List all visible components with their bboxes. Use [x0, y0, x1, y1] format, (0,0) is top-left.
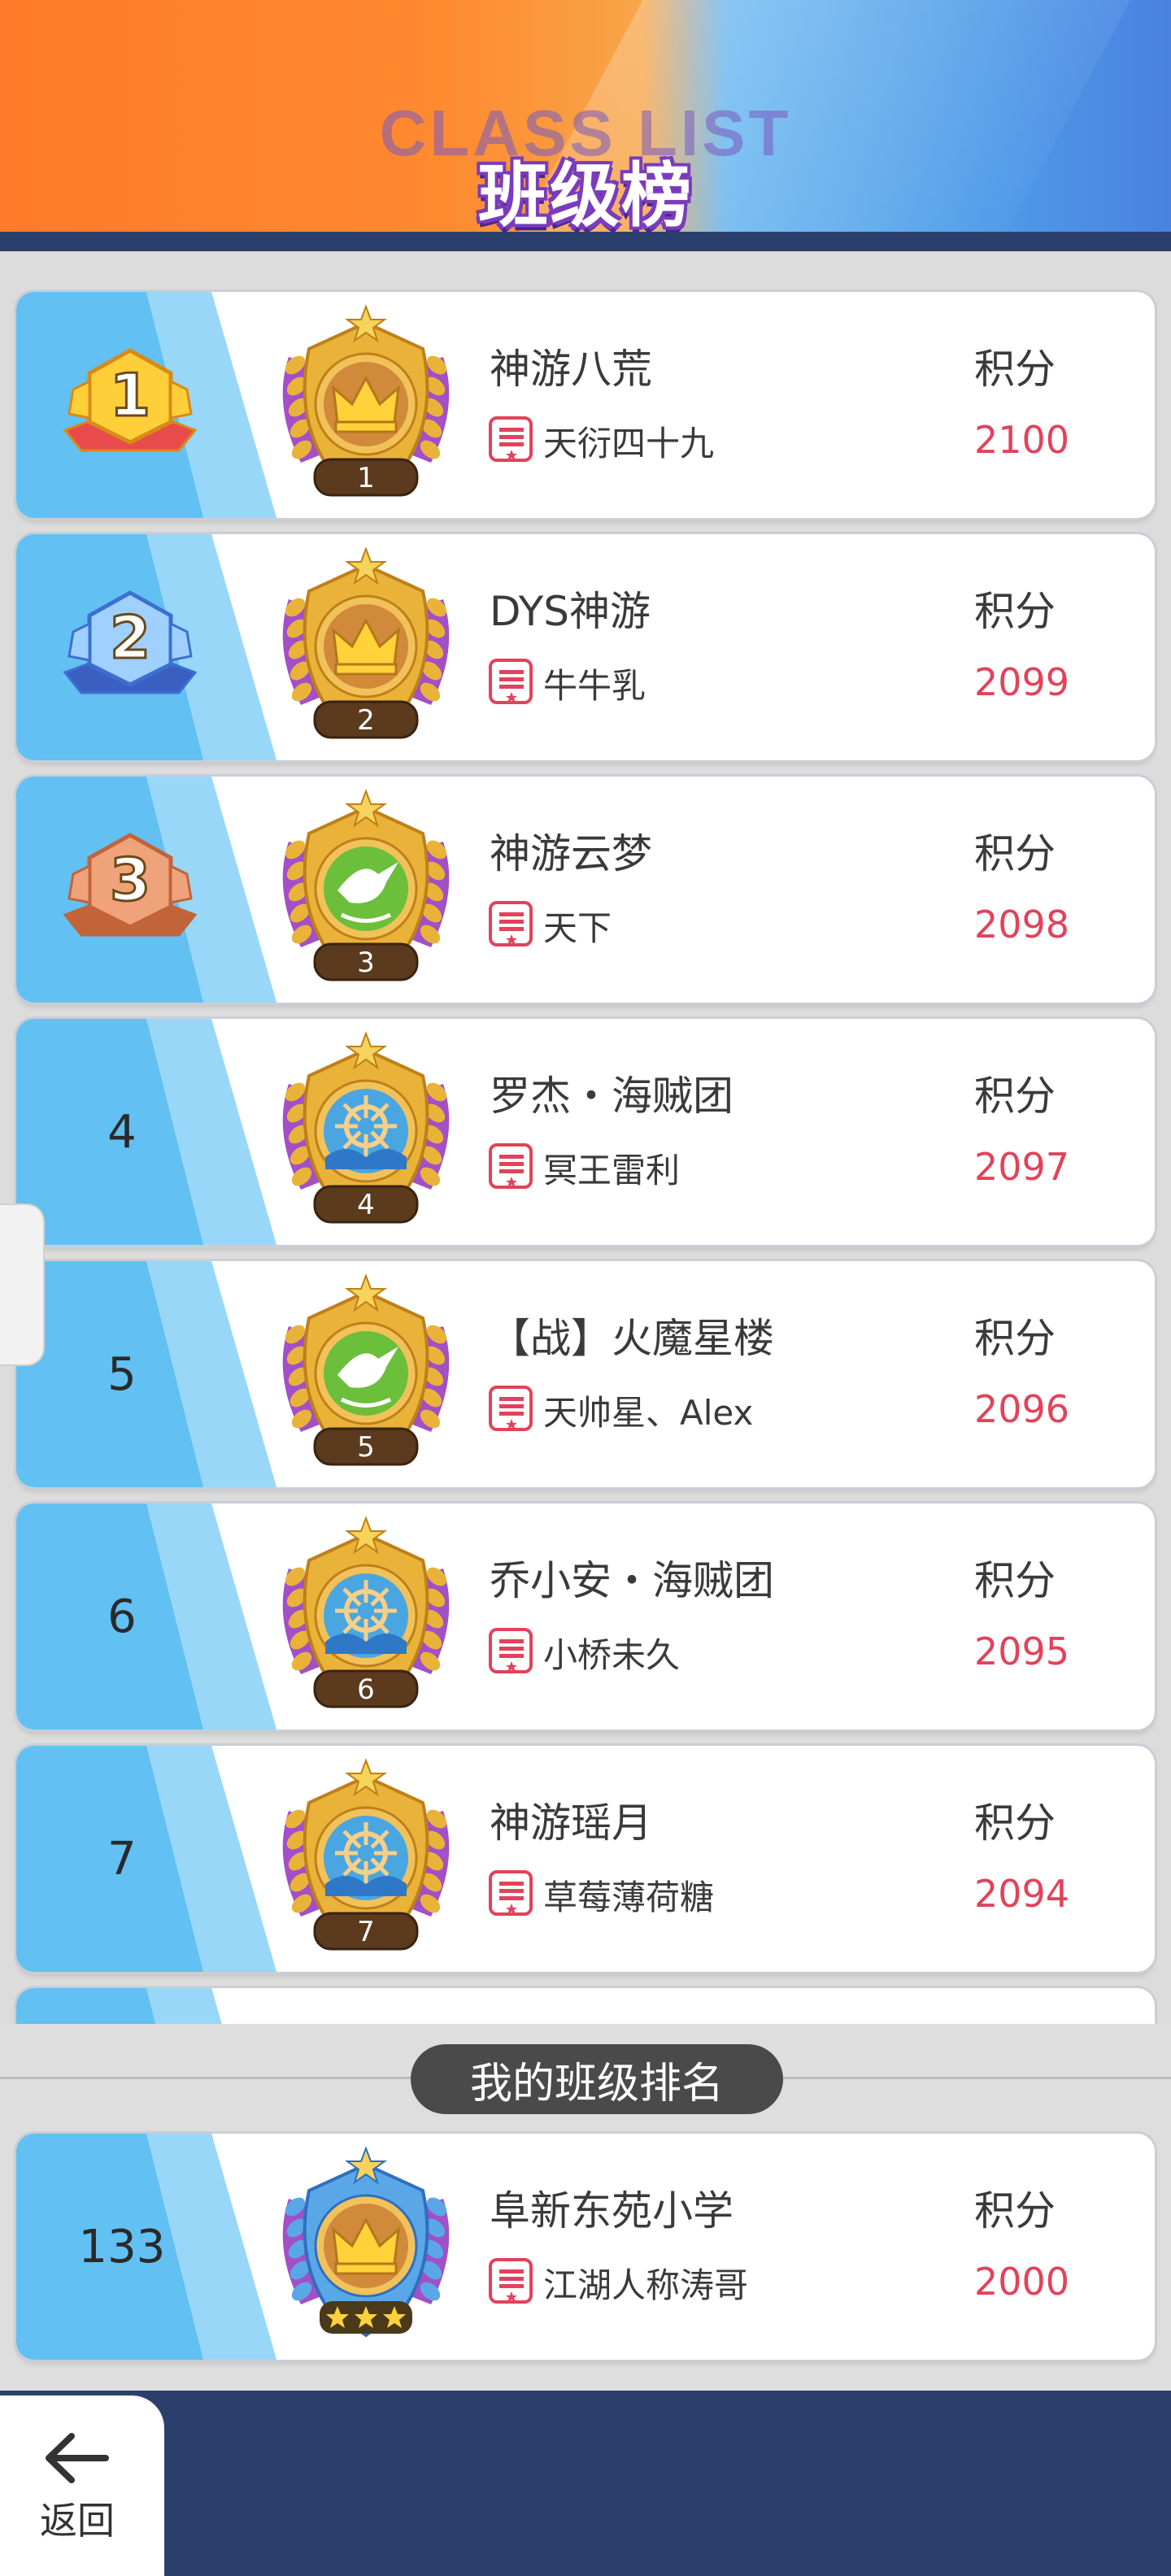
leader-flag-icon — [489, 1386, 533, 1431]
class-rank-card[interactable]: 5 5 【战】火魔星楼天帅星、Alex 积分 2096 — [16, 1261, 1155, 1487]
class-badge-icon: 7 — [282, 1758, 450, 1951]
class-rank-card[interactable]: 3 3 神游云梦天下 积分 2098 — [16, 777, 1155, 1003]
leader-flag-icon — [489, 1870, 533, 1916]
score-label: 积分 — [974, 1799, 1056, 1847]
class-rank-card[interactable]: 6 6 乔小安・海贼团小桥未久 积分 2095 — [16, 1503, 1155, 1730]
my-class-rank-section: 我的班级排名 133 阜新东苑小学 江湖人称涛哥 积分 2000 — [0, 2024, 1171, 2391]
score-value: 2000 — [974, 2260, 1070, 2304]
bottom-bar — [0, 2391, 1171, 2576]
silver-trophy-icon: 2 — [63, 590, 198, 694]
class-rank-card-partial[interactable] — [16, 1988, 1155, 2024]
rank-number: 7 — [107, 1832, 137, 1886]
leader-name: 江湖人称涛哥 — [543, 2265, 749, 2305]
arrow-left-icon — [46, 2433, 109, 2483]
score-label: 积分 — [974, 1073, 1056, 1120]
svg-text:3: 3 — [357, 946, 375, 979]
back-label: 返回 — [40, 2499, 115, 2543]
my-rank-card[interactable]: 133 阜新东苑小学 江湖人称涛哥 积分 2000 — [16, 2134, 1155, 2360]
class-badge-icon: 6 — [282, 1516, 450, 1708]
bronze-trophy-icon: 3 — [63, 833, 198, 937]
team-name: 神游八荒 — [490, 346, 652, 393]
leader-flag-icon — [489, 1143, 533, 1189]
leader-flag-icon — [489, 416, 533, 462]
score-label: 积分 — [974, 1557, 1056, 1604]
class-badge-icon: 2 — [282, 546, 450, 739]
leader-flag-icon — [489, 1628, 533, 1673]
class-badge-icon: 4 — [282, 1031, 450, 1224]
class-rank-card[interactable]: 2 2 DYS神游牛牛乳 积分 2099 — [16, 534, 1155, 760]
score-label: 积分 — [974, 346, 1056, 393]
class-rank-card[interactable]: 7 7 神游瑶月草莓薄荷糖 积分 2094 — [16, 1746, 1155, 1972]
team-name: 【战】火魔星楼 — [490, 1315, 774, 1362]
leader-flag-icon — [489, 901, 533, 946]
side-drawer-handle[interactable] — [0, 1203, 45, 1366]
rank-number: 2 — [110, 603, 150, 672]
svg-text:7: 7 — [357, 1916, 375, 1948]
score-label: 积分 — [974, 2187, 1056, 2234]
leader-name: 天衍四十九 — [543, 424, 715, 463]
gold-trophy-icon: 1 — [63, 348, 198, 452]
team-name: 罗杰・海贼团 — [490, 1073, 734, 1120]
leader-name: 冥王雷利 — [543, 1151, 681, 1190]
back-button[interactable]: 返回 — [0, 2395, 164, 2576]
score-value: 2098 — [974, 903, 1070, 946]
team-name: 乔小安・海贼团 — [490, 1557, 774, 1604]
score-label: 积分 — [974, 1315, 1056, 1362]
svg-text:2: 2 — [357, 704, 375, 737]
team-name: 神游云梦 — [490, 830, 652, 877]
leader-name: 天帅星、Alex — [543, 1393, 754, 1433]
leader-name: 草莓薄荷糖 — [543, 1878, 715, 1917]
rank-number: 1 — [110, 361, 150, 429]
svg-text:5: 5 — [357, 1431, 375, 1464]
rank-number: 5 — [107, 1347, 137, 1401]
class-ranking-list[interactable]: 1 1 神游八荒 天衍四十九 积分 2100 2 2 DYS神游 牛牛乳 积分 2099 3 3 神游云梦天… — [0, 251, 1171, 2024]
page-title: 班级榜 — [478, 155, 693, 232]
header-divider — [0, 232, 1171, 251]
score-value: 2100 — [974, 418, 1070, 462]
my-rank-title: 我的班级排名 — [411, 2044, 783, 2114]
svg-text:1: 1 — [357, 462, 375, 494]
rank-number: 3 — [110, 846, 150, 914]
team-name: 神游瑶月 — [490, 1799, 652, 1847]
svg-text:6: 6 — [357, 1673, 375, 1706]
rank-number: 6 — [107, 1590, 137, 1643]
score-label: 积分 — [974, 588, 1056, 635]
page-header: CLASS LIST 班级榜 — [0, 0, 1171, 232]
leader-flag-icon — [489, 659, 533, 704]
class-badge-icon — [282, 2146, 450, 2338]
leader-flag-icon — [489, 2258, 533, 2304]
score-value: 2096 — [974, 1387, 1070, 1431]
score-value: 2095 — [974, 1630, 1070, 1673]
score-value: 2097 — [974, 1145, 1070, 1189]
rank-number: 4 — [107, 1105, 137, 1159]
leader-name: 小桥未久 — [543, 1635, 681, 1675]
team-name: 阜新东苑小学 — [490, 2187, 734, 2234]
svg-text:4: 4 — [357, 1189, 375, 1221]
score-value: 2094 — [974, 1872, 1070, 1916]
rank-background — [16, 1988, 276, 2024]
team-name: DYS神游 — [490, 588, 651, 635]
leader-name: 天下 — [543, 908, 612, 948]
score-label: 积分 — [974, 830, 1056, 877]
class-rank-card[interactable]: 4 4 罗杰・海贼团冥王雷利 积分 2097 — [16, 1019, 1155, 1245]
rank-number: 133 — [78, 2220, 166, 2274]
class-badge-icon: 3 — [282, 789, 450, 981]
class-rank-card[interactable]: 1 1 神游八荒天衍四十九 积分 2100 — [16, 292, 1155, 518]
class-badge-icon: 5 — [282, 1273, 450, 1466]
class-badge-icon: 1 — [282, 304, 450, 497]
leader-name: 牛牛乳 — [543, 666, 646, 706]
score-value: 2099 — [974, 660, 1070, 704]
